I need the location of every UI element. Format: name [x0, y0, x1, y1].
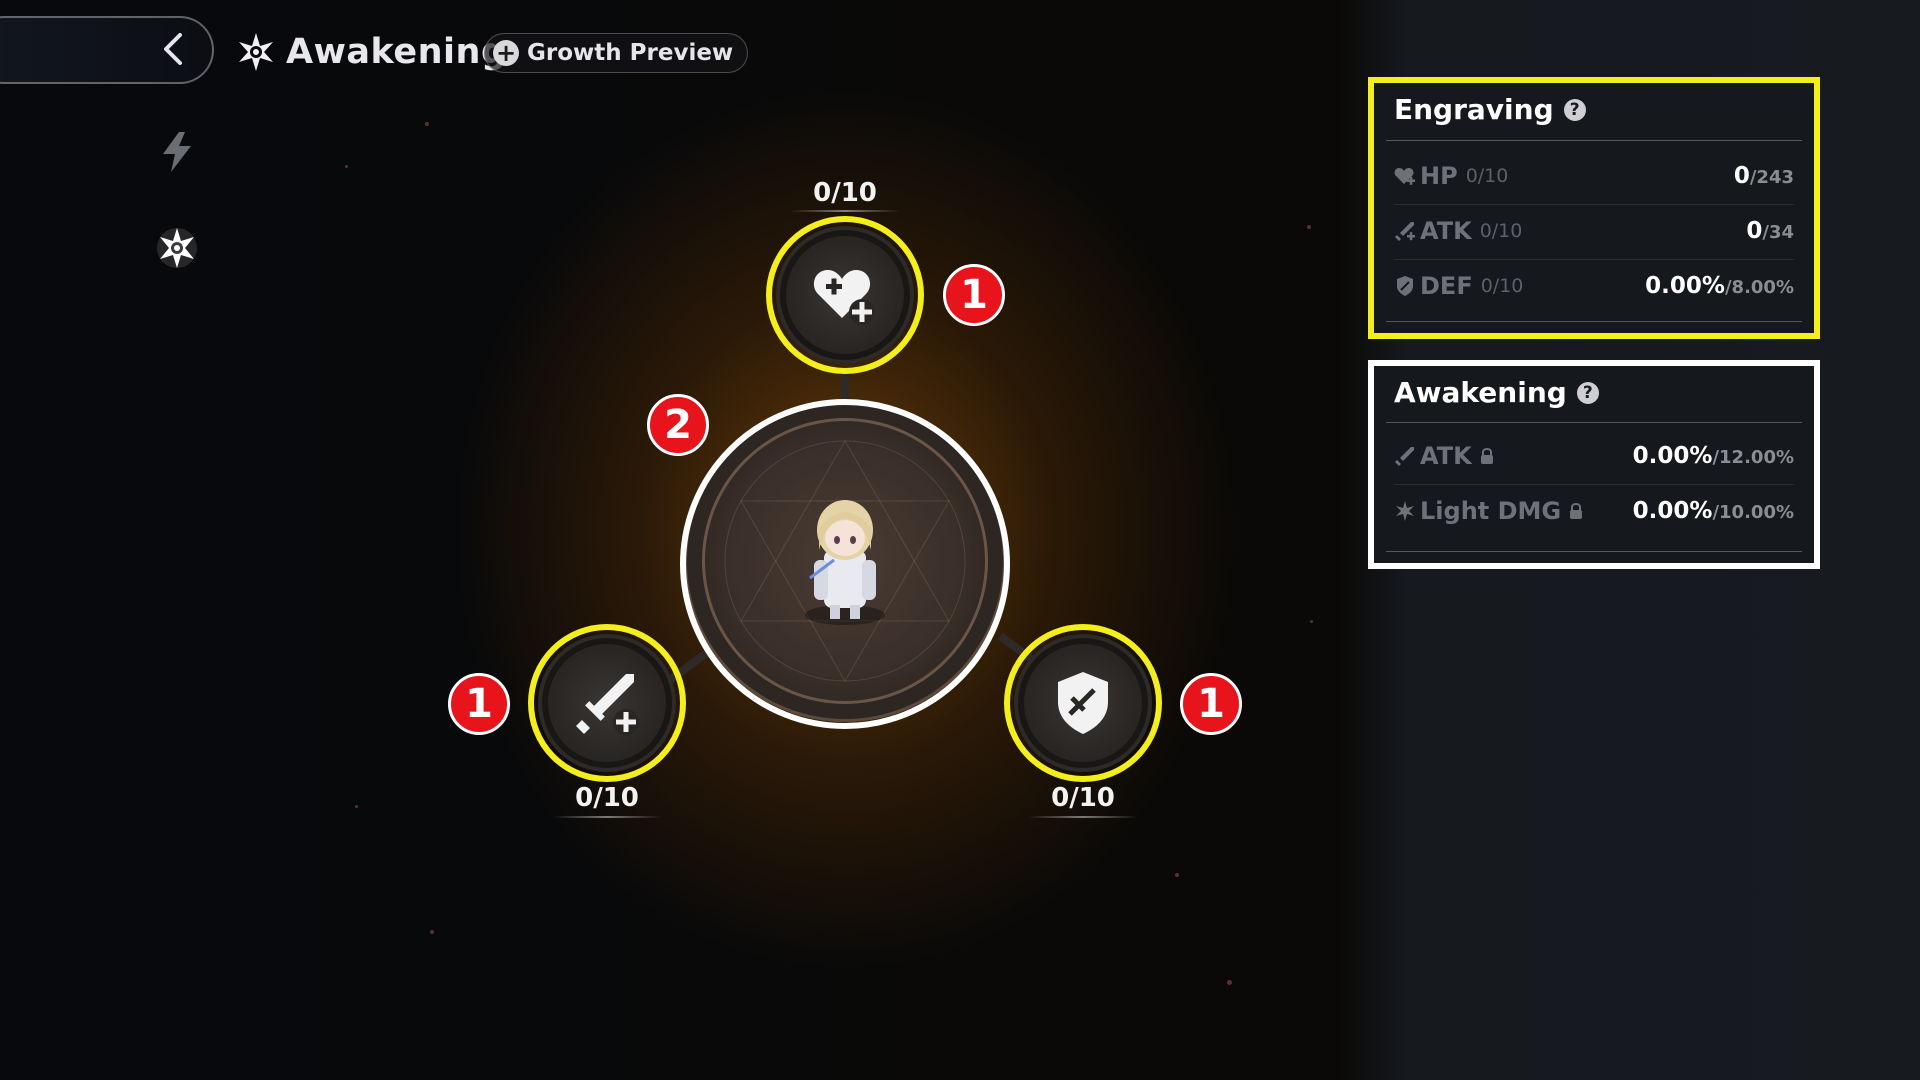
stat-level: 0/10 — [1479, 220, 1523, 242]
def-node-count: 0/10 — [1051, 783, 1115, 813]
sparkle — [430, 930, 434, 934]
stat-value: 0.00%/10.00% — [1633, 498, 1794, 524]
lightning-bolt-icon[interactable] — [155, 130, 199, 174]
sword-plus-icon — [1395, 222, 1415, 241]
divider — [1386, 551, 1802, 552]
stat-value: 0.00%/8.00% — [1645, 273, 1794, 299]
stat-value: 0/243 — [1734, 163, 1794, 189]
hp-node-count: 0/10 — [813, 178, 877, 208]
divider — [1386, 321, 1802, 322]
step-badge-1: 1 — [1180, 673, 1242, 735]
light-star-icon — [1396, 501, 1414, 521]
divider — [552, 816, 662, 818]
lock-icon — [1480, 448, 1493, 464]
stat-value: 0.00%/12.00% — [1633, 443, 1794, 469]
growth-preview-button[interactable]: + Growth Preview — [484, 33, 749, 73]
divider — [1386, 422, 1802, 423]
awakening-star-icon — [239, 33, 273, 71]
sparkle — [355, 805, 358, 808]
chevron-left-icon — [164, 33, 182, 65]
growth-preview-label: Growth Preview — [527, 40, 734, 66]
stat-name: ATK — [1420, 217, 1472, 245]
stat-level: 0/10 — [1480, 275, 1524, 297]
stat-max: /12.00% — [1712, 447, 1794, 468]
sparkle — [1175, 873, 1179, 877]
engraving-row-hp: HP 0/10 0/243 — [1394, 149, 1794, 203]
atk-node-highlight — [528, 624, 686, 782]
step-badge-2: 2 — [647, 394, 709, 456]
stat-max: /10.00% — [1712, 502, 1794, 523]
shield-icon — [1397, 276, 1413, 296]
stat-name: Light DMG — [1420, 497, 1562, 525]
page-header: Awakening — [236, 28, 507, 76]
lock-icon — [1570, 503, 1583, 519]
help-icon[interactable]: ? — [1576, 381, 1599, 404]
engraving-row-def: DEF 0/10 0.00%/8.00% — [1394, 259, 1794, 313]
stat-current: 0.00% — [1645, 273, 1725, 299]
plus-icon: + — [493, 40, 519, 66]
stat-max: /34 — [1762, 222, 1794, 243]
atk-node-count: 0/10 — [575, 783, 639, 813]
awakening-panel: Awakening ? ATK 0.00%/12.00% Light DMG 0… — [1368, 360, 1820, 569]
sword-icon — [1395, 447, 1414, 466]
engraving-title-text: Engraving — [1394, 93, 1554, 126]
def-node-highlight — [1004, 624, 1162, 782]
back-button[interactable] — [0, 16, 214, 84]
step-badge-1: 1 — [943, 264, 1005, 326]
awakening-row-light-dmg: Light DMG 0.00%/10.00% — [1394, 484, 1794, 538]
engraving-row-atk: ATK 0/10 0/34 — [1394, 204, 1794, 258]
center-highlight-ring — [680, 399, 1010, 729]
engraving-panel: Engraving ? HP 0/10 0/243 ATK 0/10 0/34 … — [1368, 77, 1820, 339]
awakening-tab-star-icon[interactable] — [155, 226, 199, 270]
sparkle — [425, 122, 429, 126]
awakening-panel-title: Awakening ? — [1394, 376, 1599, 409]
page-title: Awakening — [286, 32, 507, 72]
sparkle — [1227, 980, 1232, 985]
awakening-panel-title-text: Awakening — [1394, 376, 1567, 409]
stat-current: 0.00% — [1632, 443, 1713, 469]
stat-current: 0 — [1733, 163, 1750, 189]
heart-plus-icon — [1394, 168, 1415, 185]
hp-node-highlight — [766, 216, 924, 374]
awakening-row-atk: ATK 0.00%/12.00% — [1394, 429, 1794, 483]
stat-current: 0.00% — [1632, 498, 1713, 524]
sparkle — [1307, 225, 1311, 229]
sparkle — [1310, 620, 1313, 623]
engraving-title: Engraving ? — [1394, 93, 1586, 126]
step-badge-1: 1 — [448, 673, 510, 735]
divider — [790, 210, 900, 212]
help-icon[interactable]: ? — [1563, 98, 1586, 121]
stat-max: /243 — [1749, 167, 1794, 188]
stat-value: 0/34 — [1746, 218, 1794, 244]
stat-name: DEF — [1420, 272, 1473, 300]
stat-level: 0/10 — [1465, 165, 1509, 187]
stat-name: ATK — [1420, 442, 1472, 470]
sparkle — [345, 165, 348, 168]
stat-name: HP — [1420, 162, 1458, 190]
divider — [1028, 816, 1138, 818]
stat-max: /8.00% — [1724, 277, 1794, 298]
stat-current: 0 — [1746, 218, 1763, 244]
divider — [1386, 140, 1802, 141]
